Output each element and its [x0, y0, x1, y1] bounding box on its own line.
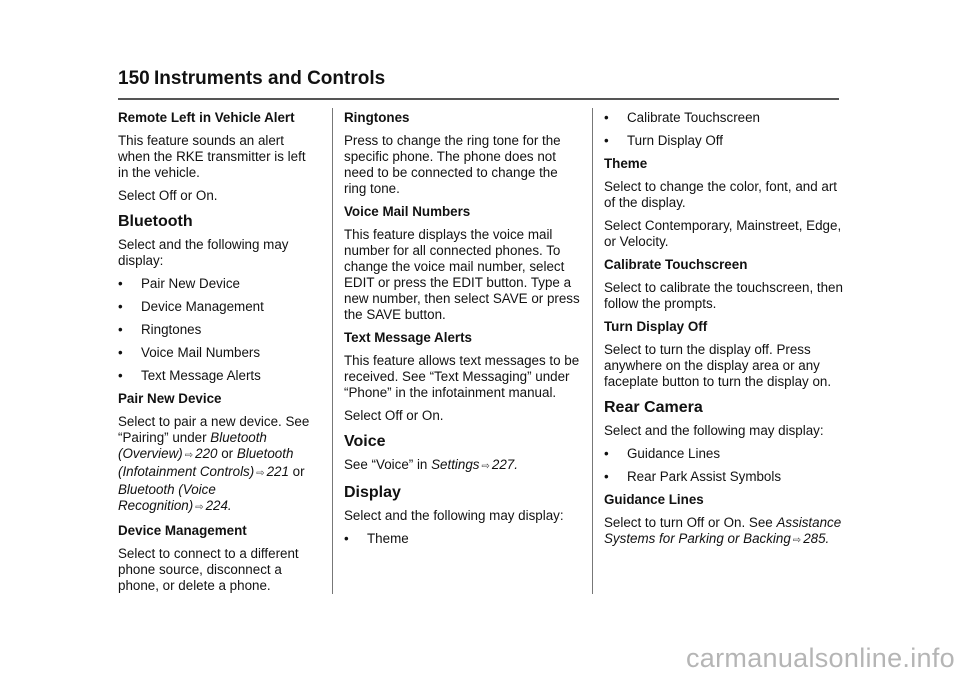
- bullet-icon: •: [604, 133, 609, 148]
- page-ref[interactable]: 224: [206, 498, 228, 513]
- paragraph: Select Contemporary, Mainstreet, Edge, o…: [604, 218, 842, 249]
- page-ref[interactable]: 227: [492, 457, 514, 472]
- paragraph: Select Off or On.: [344, 408, 444, 423]
- paragraph: Select and the following may display:: [604, 423, 824, 438]
- column-divider: [332, 108, 333, 594]
- display-list: • Theme: [344, 531, 580, 547]
- list-item: • Pair New Device: [118, 276, 240, 291]
- list-item: • Device Management: [118, 299, 264, 314]
- paragraph: This feature allows text messages to be …: [344, 353, 580, 400]
- bullet-icon: •: [118, 345, 123, 360]
- page-title: Instruments and Controls: [154, 68, 386, 89]
- section-heading: Bluetooth: [118, 213, 193, 230]
- bullet-icon: •: [604, 469, 609, 484]
- bullet-icon: •: [118, 368, 123, 383]
- page-ref-arrow-icon: ⇨: [481, 461, 490, 472]
- column-3: • Calibrate Touchscreen • Turn Display Off…: [604, 110, 844, 556]
- bullet-icon: •: [118, 299, 123, 314]
- page-number: 150: [118, 68, 150, 89]
- list-item: • Voice Mail Numbers: [118, 345, 261, 360]
- list-item: • Rear Park Assist Symbols: [604, 469, 782, 484]
- paragraph: Select and the following may display:: [344, 508, 564, 523]
- paragraph: Select to turn Off or On. See Assistance…: [604, 515, 842, 546]
- list-item: • Turn Display Off: [604, 133, 723, 148]
- section-heading: Display: [344, 484, 401, 501]
- bullet-icon: •: [344, 531, 349, 546]
- section-heading: Ringtones: [344, 110, 410, 125]
- paragraph: This feature sounds an alert when the RK…: [118, 133, 306, 180]
- page-ref[interactable]: 220: [195, 446, 217, 461]
- section-heading: Voice Mail Numbers: [344, 204, 471, 219]
- section-heading: Pair New Device: [118, 391, 222, 406]
- paragraph: Press to change the ring tone for the sp…: [344, 133, 561, 196]
- list-item: • Text Message Alerts: [118, 368, 261, 383]
- column-1: Remote Left in Vehicle Alert This featur…: [118, 110, 318, 601]
- paragraph: Select to calibrate the touchscreen, the…: [604, 280, 843, 311]
- paragraph: Select to change the color, font, and ar…: [604, 179, 838, 210]
- section-heading: Text Message Alerts: [344, 330, 473, 345]
- list-item: • Guidance Lines: [604, 446, 721, 461]
- paragraph: Select to pair a new device. See “Pairin…: [118, 414, 310, 513]
- list-item: • Calibrate Touchscreen: [604, 110, 760, 125]
- page-ref-arrow-icon: ⇨: [256, 468, 265, 479]
- section-heading: Rear Camera: [604, 399, 703, 416]
- header-rule: [118, 98, 839, 100]
- cross-reference-link[interactable]: Settings: [431, 457, 479, 472]
- section-heading: Guidance Lines: [604, 492, 704, 507]
- section-heading: Voice: [344, 433, 386, 450]
- paragraph: Select and the following may display:: [118, 237, 289, 268]
- paragraph: This feature displays the voice mail num…: [344, 227, 580, 322]
- paragraph: Select Off or On.: [118, 188, 218, 203]
- column-divider: [592, 108, 593, 594]
- bluetooth-list: • Pair New Device • Device Management • Rin…: [118, 276, 318, 384]
- page-ref[interactable]: 221: [267, 464, 289, 479]
- paragraph: Select to turn the display off. Press an…: [604, 342, 832, 389]
- bullet-icon: •: [118, 322, 123, 337]
- bullet-icon: •: [604, 446, 609, 461]
- list-item: • Theme: [344, 531, 409, 546]
- rear-camera-list: • Guidance Lines • Rear Park Assist Symbol…: [604, 446, 844, 485]
- page-ref[interactable]: 285: [803, 531, 825, 546]
- section-heading: Remote Left in Vehicle Alert: [118, 110, 295, 125]
- paragraph: Select to connect to a different phone s…: [118, 546, 299, 593]
- page-ref-arrow-icon: ⇨: [792, 535, 802, 546]
- section-heading: Calibrate Touchscreen: [604, 257, 748, 272]
- watermark: carmanualsonline.info: [686, 643, 955, 673]
- page-ref-arrow-icon: ⇨: [195, 502, 204, 513]
- page-ref-arrow-icon: ⇨: [184, 450, 194, 461]
- bullet-icon: •: [604, 110, 609, 125]
- display-list-continued: • Calibrate Touchscreen • Turn Display Off: [604, 110, 844, 149]
- paragraph: See “Voice” in Settings ⇨ 227.: [344, 457, 518, 472]
- list-item: • Ringtones: [118, 322, 202, 337]
- bullet-icon: •: [118, 276, 123, 291]
- section-heading: Theme: [604, 156, 648, 171]
- section-heading: Turn Display Off: [604, 319, 708, 334]
- section-heading: Device Management: [118, 523, 247, 538]
- column-2: Ringtones Press to change the ring tone …: [344, 110, 580, 554]
